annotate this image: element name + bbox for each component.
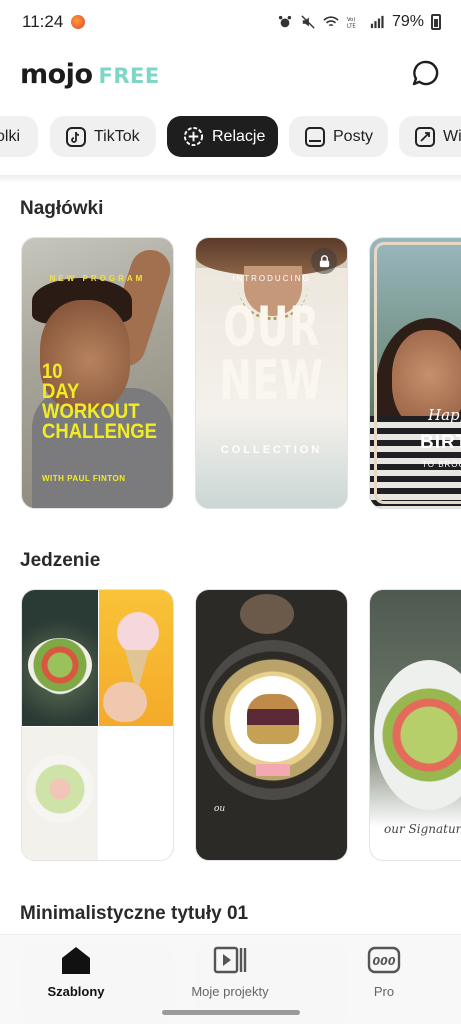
battery-icon (431, 14, 441, 30)
plan-badge: FREE (98, 63, 160, 88)
pro-badge-icon: 000 (367, 946, 401, 974)
icecream-scoop (117, 612, 159, 654)
nav-pro[interactable]: 000 Pro (319, 945, 449, 999)
food-photo-icecream (99, 590, 173, 726)
nav-label: Moje projekty (191, 984, 269, 999)
tab-wide[interactable]: Wi (399, 116, 461, 157)
poster-subline: COLLECTION (220, 444, 323, 456)
dessert-plate (26, 755, 94, 823)
nav-label: Pro (373, 984, 395, 999)
projects-icon (213, 946, 247, 974)
section-title-headlines: Nagłówki (20, 198, 104, 219)
poster-script: our Signature (384, 822, 461, 836)
tab-tiktok[interactable]: TikTok (50, 116, 156, 157)
template-card-our-new[interactable]: INTRODUCING OUR NEW COLLECTION (195, 237, 348, 509)
tab-label: Relacje (212, 127, 266, 145)
square-post-icon (305, 126, 325, 147)
headline-line: OUR (223, 295, 320, 358)
mute-icon (301, 15, 315, 29)
poster-byline: WITH PAUL FINTON (42, 474, 126, 483)
app-header: mojo FREE (0, 44, 461, 104)
headline-line: 10 (42, 360, 63, 383)
poster-kicker: NEW PROGRAM (49, 274, 146, 283)
volte-icon: Vo)LTE (347, 17, 356, 29)
burger-image (247, 694, 299, 744)
alarm-icon (278, 15, 292, 28)
poster-subline: TO BROOK WA (422, 460, 461, 469)
template-card-burger[interactable]: ou (195, 589, 348, 861)
tab-relacje[interactable]: Relacje (167, 116, 278, 157)
headline-line: CHALLENGE (42, 420, 157, 443)
pink-label (256, 764, 290, 776)
tab-label: Wi (443, 127, 461, 145)
home-indicator[interactable] (162, 1010, 300, 1015)
home-icon (62, 947, 90, 974)
chat-icon[interactable] (411, 59, 441, 89)
svg-text:000: 000 (373, 955, 396, 968)
app-logo: mojo FREE (20, 59, 160, 90)
hand (103, 682, 147, 722)
poster-script: ou (214, 804, 226, 814)
side-bowl (240, 594, 294, 634)
tabs-divider (0, 175, 461, 183)
signal-icon (370, 15, 384, 29)
burger-frame (230, 676, 316, 762)
headline-line: WORKOUT (42, 400, 140, 423)
plus-circle-icon (183, 126, 204, 147)
food-photo-bowl (22, 590, 98, 726)
notification-app-icon (71, 15, 86, 29)
status-icons: Vo) LTE 79% (277, 13, 441, 31)
salad-bowl (28, 638, 92, 692)
poster-headline: 10 DAY WORKOUT CHALLENGE (42, 360, 173, 443)
svg-text:Vo): Vo) (347, 17, 355, 23)
expand-icon (415, 126, 435, 147)
section-title-food: Jedzenie (20, 550, 101, 571)
poster-headline: OUR NEW (217, 300, 326, 408)
salad-plate (374, 660, 461, 810)
template-card-workout[interactable]: NEW PROGRAM 10 DAY WORKOUT CHALLENGE WIT… (21, 237, 174, 509)
headline-line: DAY (42, 380, 80, 403)
tab-label: TikTok (94, 127, 140, 145)
wifi-icon (323, 16, 339, 27)
category-tabs: olki TikTok Relacje Posty Wi (0, 116, 461, 158)
section-title-minimal: Minimalistyczne tytuły 01 (20, 903, 249, 924)
status-time: 11:24 (22, 12, 64, 31)
nav-templates[interactable]: Szablony (11, 945, 141, 999)
template-card-food-grid[interactable] (21, 589, 174, 861)
poster-kicker: INTRODUCING (232, 274, 311, 283)
tab-label: olki (0, 127, 21, 145)
battery-percent: 79% (391, 13, 424, 30)
lock-icon (311, 248, 337, 274)
headline-line: NEW (219, 349, 324, 412)
poster-script: Happy (428, 406, 461, 424)
status-bar: 11:24 Vo) LTE 79% (0, 0, 461, 44)
nav-label: Szablony (47, 984, 105, 999)
poster-headline: BIRTHD (420, 432, 461, 453)
nav-my-projects[interactable]: Moje projekty (165, 945, 295, 999)
svg-text:LTE: LTE (347, 23, 356, 29)
tab-label: Posty (333, 127, 374, 145)
food-photo-plate (22, 727, 98, 860)
template-card-signature[interactable]: our Signature (369, 589, 461, 861)
logo-text: mojo (20, 58, 93, 90)
tab-posty[interactable]: Posty (289, 116, 388, 157)
template-card-birthday[interactable]: Happy BIRTHD TO BROOK WA (369, 237, 461, 509)
tab-partial-left[interactable]: olki (0, 116, 38, 157)
tiktok-icon (66, 126, 86, 147)
